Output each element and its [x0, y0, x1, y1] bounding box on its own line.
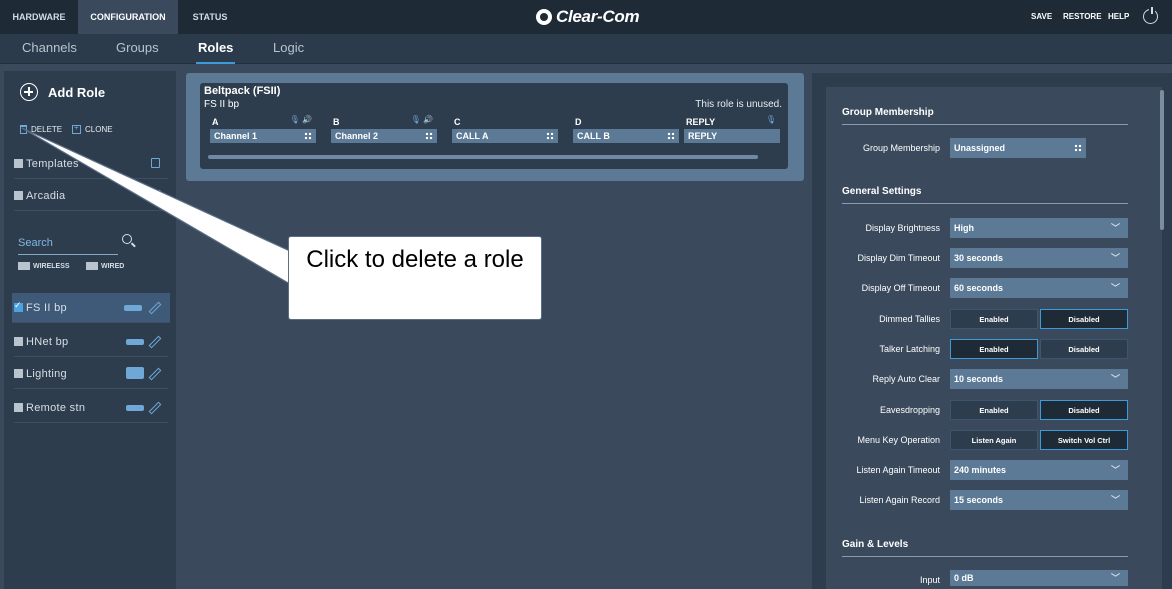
- callout-pointer: [21, 127, 293, 286]
- callout-text: Click to delete a role: [306, 246, 524, 273]
- callout-box: Click to delete a role: [288, 236, 542, 320]
- callout-arrow: [21, 127, 293, 286]
